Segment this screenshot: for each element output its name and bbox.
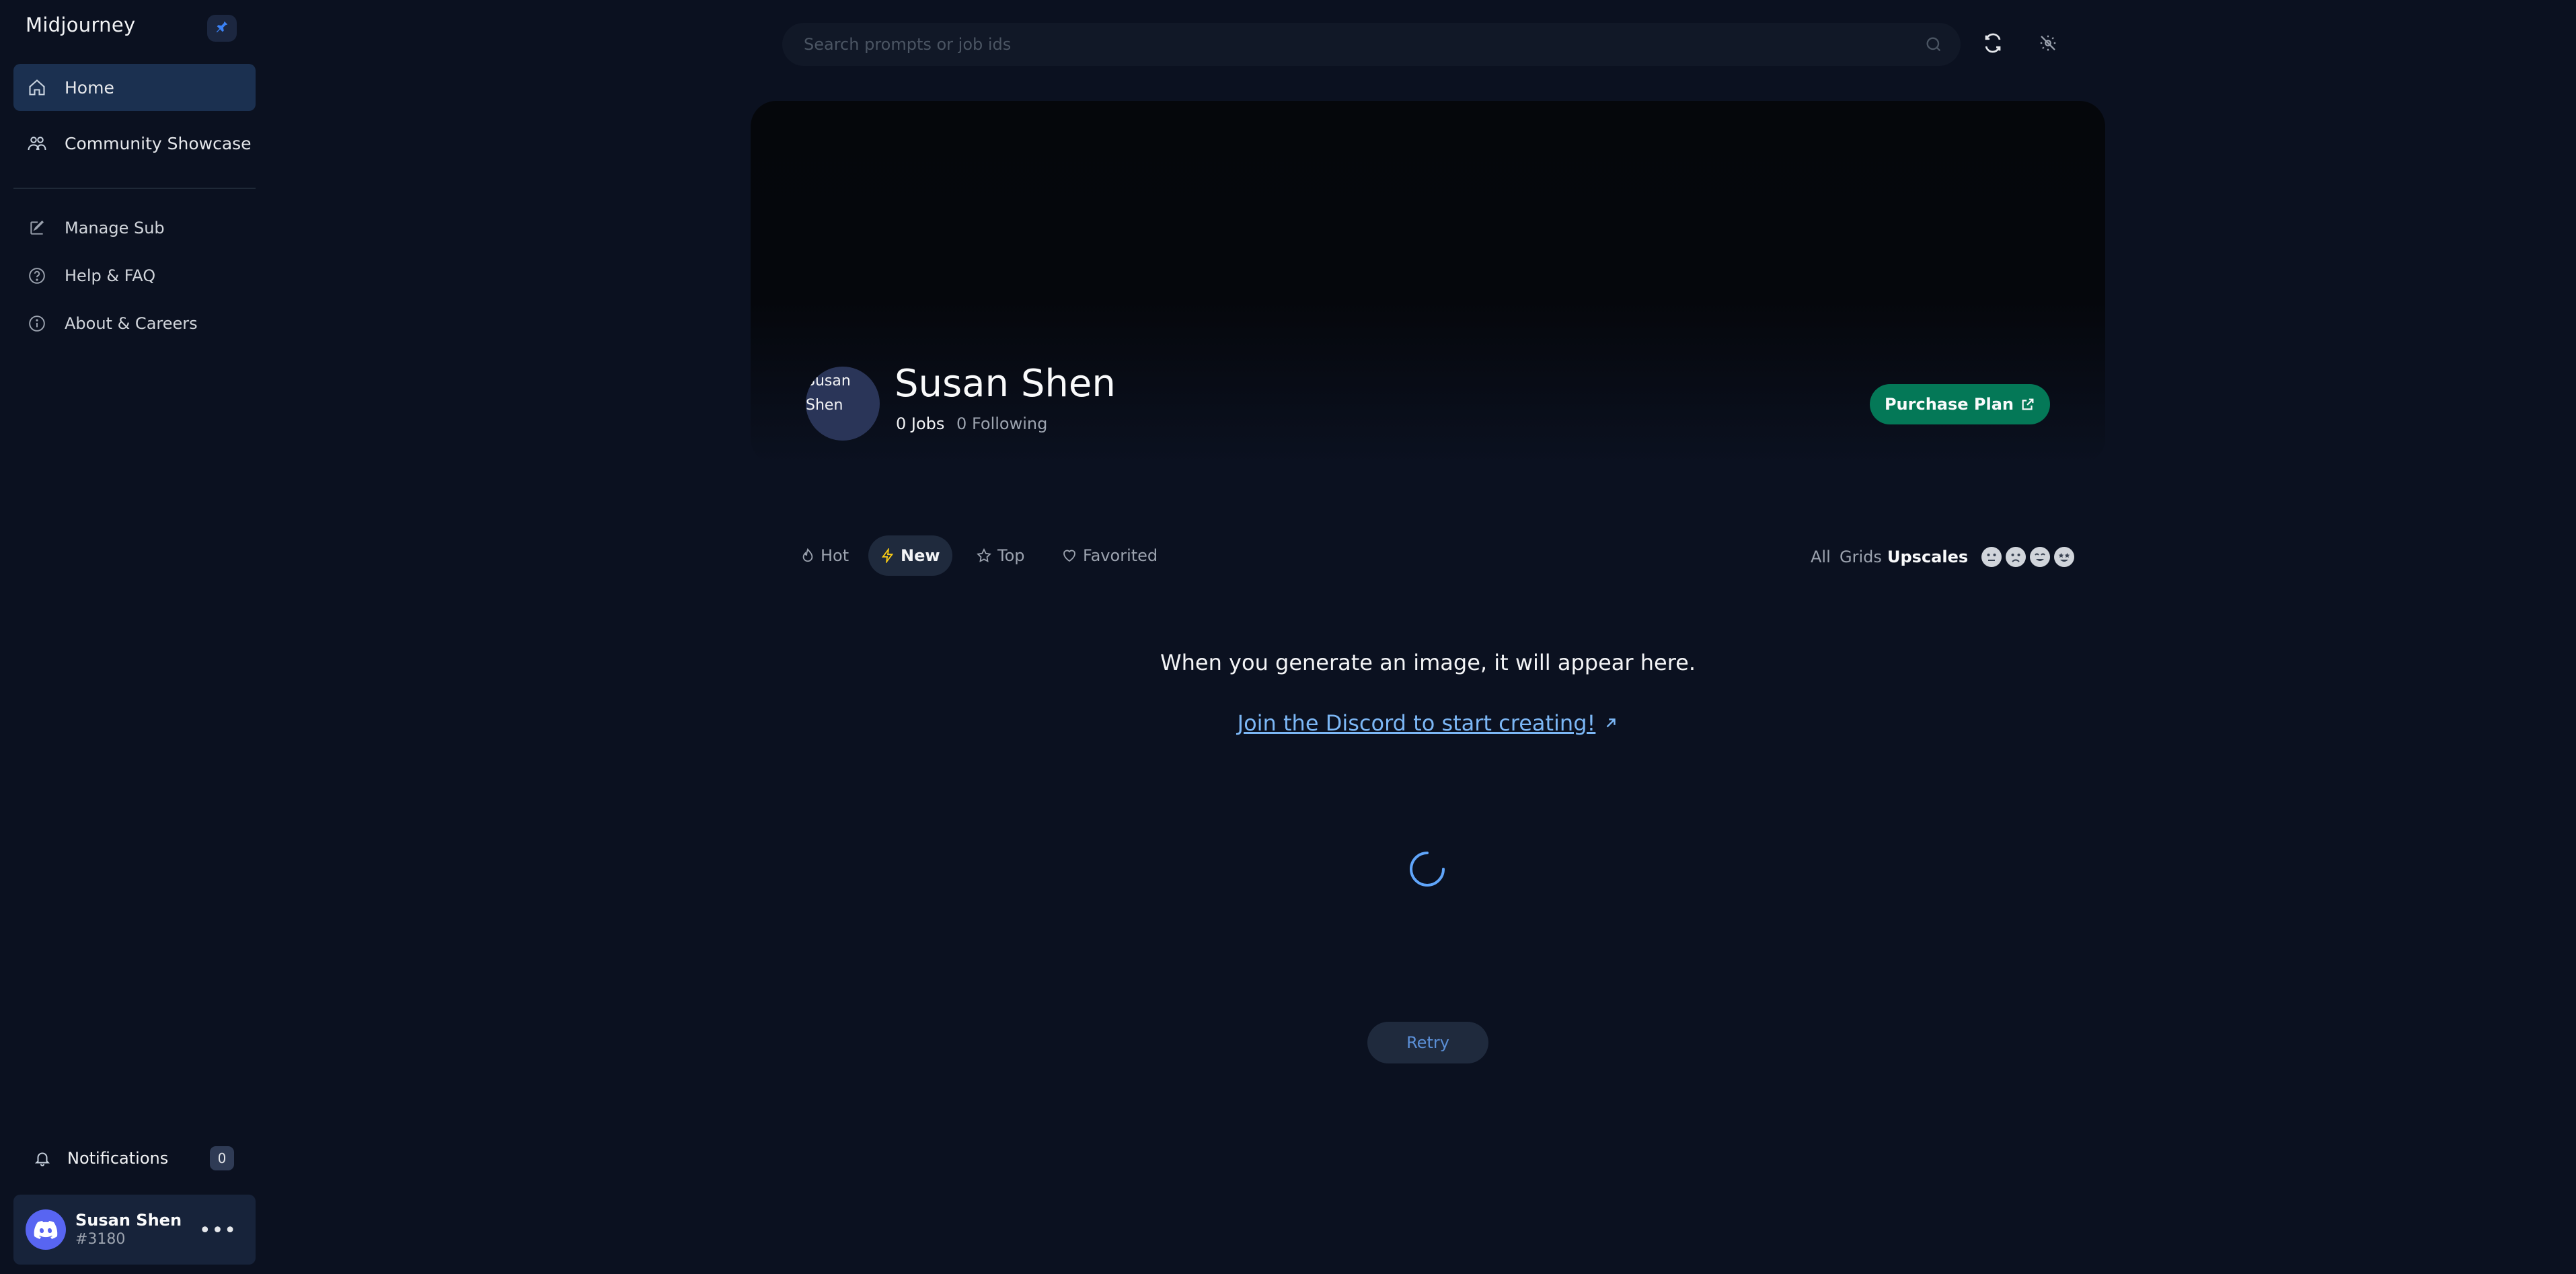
sidebar-divider: [13, 188, 256, 189]
more-options-button[interactable]: •••: [199, 1219, 237, 1242]
search-input[interactable]: [782, 34, 1920, 54]
join-discord-link[interactable]: Join the Discord to start creating!: [751, 710, 2105, 736]
sidebar-item-label: Community Showcase: [65, 133, 252, 153]
tab-new[interactable]: New: [868, 535, 952, 576]
theme-toggle-button[interactable]: [2033, 30, 2063, 59]
notifications-label: Notifications: [67, 1149, 169, 1168]
sidebar: Midjourney Home Community Showcase Manag…: [0, 0, 269, 1274]
bell-icon: [32, 1148, 52, 1168]
theme-toggle-icon: [2038, 33, 2058, 56]
home-icon: [26, 76, 48, 99]
purchase-plan-button[interactable]: Purchase Plan: [1870, 384, 2050, 424]
profile-stats: 0 Jobs 0 Following: [896, 414, 1047, 433]
refresh-icon: [1983, 33, 2003, 56]
loading-spinner-icon: [1408, 850, 1446, 888]
purchase-plan-label: Purchase Plan: [1884, 395, 2014, 414]
star-icon: [976, 548, 992, 564]
tab-label: Hot: [821, 546, 849, 565]
user-tag: #3180: [75, 1231, 126, 1248]
retry-button[interactable]: Retry: [1367, 1022, 1488, 1063]
brand-logo[interactable]: Midjourney: [26, 13, 135, 36]
sidebar-item-home[interactable]: Home: [13, 64, 256, 111]
join-discord-link-label: Join the Discord to start creating!: [1237, 710, 1596, 736]
user-name: Susan Shen: [75, 1211, 182, 1230]
edit-icon: [26, 217, 48, 239]
info-icon: [26, 312, 48, 335]
tab-label: Favorited: [1083, 546, 1158, 565]
jobs-count[interactable]: 0 Jobs: [896, 414, 944, 433]
sidebar-item-community-showcase[interactable]: Community Showcase: [13, 120, 256, 167]
search-icon[interactable]: [1920, 31, 1947, 58]
discord-logo-icon: [34, 1221, 58, 1239]
ellipsis-icon: •••: [198, 1219, 237, 1242]
flame-icon: [800, 548, 815, 563]
following-count[interactable]: 0 Following: [956, 414, 1047, 433]
sidebar-item-about-careers[interactable]: About & Careers: [13, 303, 256, 344]
profile-name: Susan Shen: [895, 362, 1116, 406]
filter-upscales[interactable]: Upscales: [1887, 548, 1968, 566]
empty-state-message: When you generate an image, it will appe…: [1160, 650, 1696, 675]
community-icon: [26, 132, 48, 155]
sad-face-icon[interactable]: [2006, 547, 2026, 567]
filter-all[interactable]: All: [1811, 548, 1831, 566]
pin-icon: [215, 20, 229, 37]
sidebar-item-label: Help & FAQ: [65, 266, 156, 285]
discord-avatar: [26, 1209, 66, 1250]
avatar: Susan Shen: [806, 367, 880, 441]
user-info: Susan Shen #3180: [75, 1210, 182, 1249]
external-link-icon: [2020, 397, 2035, 412]
tab-label: New: [901, 546, 940, 565]
notifications-count-badge: 0: [210, 1146, 234, 1170]
tab-favorited[interactable]: Favorited: [1049, 535, 1170, 576]
sidebar-item-label: Manage Sub: [65, 219, 165, 237]
help-icon: [26, 264, 48, 287]
tab-top[interactable]: Top: [964, 535, 1037, 576]
notifications-button[interactable]: Notifications 0: [13, 1138, 256, 1178]
sidebar-item-label: Home: [65, 77, 114, 98]
refresh-button[interactable]: [1978, 30, 2008, 59]
star-eyes-face-icon[interactable]: [2054, 547, 2074, 567]
heart-icon: [1061, 548, 1077, 564]
tab-label: Top: [997, 546, 1025, 565]
happy-face-icon[interactable]: [2030, 547, 2050, 567]
sidebar-item-help-faq[interactable]: Help & FAQ: [13, 256, 256, 296]
arrow-up-right-icon: [1603, 713, 1618, 735]
neutral-face-icon[interactable]: [1981, 547, 2002, 567]
pin-sidebar-button[interactable]: [207, 15, 237, 42]
lightning-icon: [880, 548, 895, 563]
search-bar[interactable]: [782, 23, 1961, 66]
sidebar-item-label: About & Careers: [65, 314, 198, 333]
filter-grids[interactable]: Grids: [1840, 548, 1882, 566]
user-card[interactable]: Susan Shen #3180 •••: [13, 1195, 256, 1265]
sidebar-item-manage-sub[interactable]: Manage Sub: [13, 208, 256, 248]
tab-hot[interactable]: Hot: [788, 535, 861, 576]
